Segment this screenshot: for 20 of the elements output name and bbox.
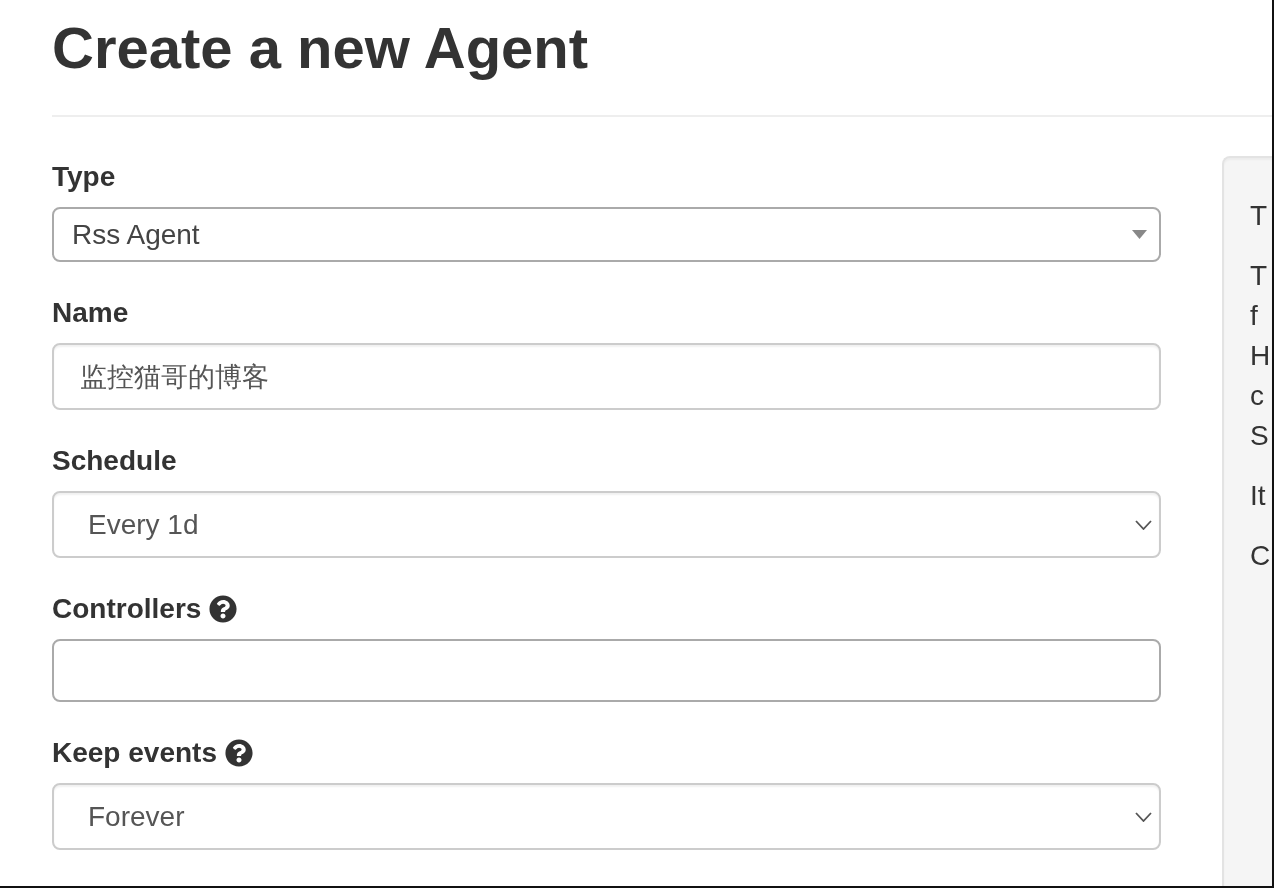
help-icon[interactable] (209, 595, 238, 623)
field-label: Type (52, 160, 116, 194)
description-text: It (1250, 479, 1266, 513)
text-field[interactable]: 监控猫哥的博客 (52, 343, 1161, 410)
description-text: T (1250, 199, 1268, 233)
dropdown[interactable]: Forever (52, 783, 1161, 850)
help-icon[interactable] (224, 739, 253, 767)
field-label: Keep events (52, 736, 217, 770)
chevron-down-icon (1135, 811, 1152, 822)
field-label: Name (52, 296, 129, 330)
multi-select-field[interactable] (52, 639, 1161, 702)
field-label: Schedule (52, 444, 177, 478)
description-text: C (1250, 539, 1271, 573)
caret-icon (1132, 230, 1147, 239)
description-text: T f H c S (1250, 259, 1271, 453)
dropdown[interactable]: Every 1d (52, 491, 1161, 558)
chevron-down-icon (1135, 519, 1152, 530)
type-dropdown[interactable]: Rss Agent (52, 207, 1161, 262)
field-label: Controllers (52, 592, 202, 626)
page-title: Create a new Agent (52, 16, 589, 80)
